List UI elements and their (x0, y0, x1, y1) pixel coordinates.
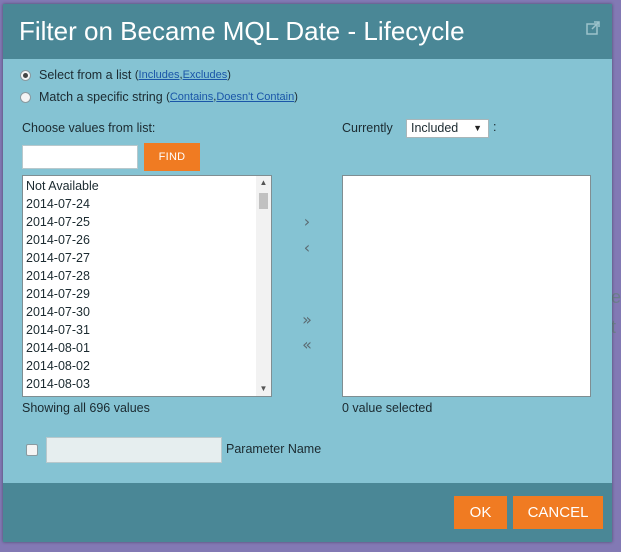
link-includes[interactable]: Includes (139, 69, 180, 81)
background-content-peek: et (611, 287, 621, 337)
link-excludes[interactable]: Excludes (183, 69, 228, 81)
parameter-name-label: Parameter Name (226, 442, 322, 456)
currently-select[interactable]: Included ▼ (406, 119, 489, 138)
remove-all-button[interactable]: « (297, 335, 317, 355)
scroll-thumb[interactable] (259, 193, 268, 209)
search-input[interactable] (22, 145, 138, 169)
filter-dialog: Filter on Became MQL Date - Lifecycle Se… (3, 4, 612, 542)
dialog-title-bar: Filter on Became MQL Date - Lifecycle (3, 4, 612, 59)
dialog-footer: OK CANCEL (3, 483, 612, 542)
selected-count-status: 0 value selected (342, 401, 433, 415)
chevron-down-icon: ▼ (473, 123, 482, 133)
list-item[interactable]: 2014-07-31 (26, 321, 99, 339)
link-doesnt-contain[interactable]: Doesn't Contain (216, 91, 294, 103)
cancel-button[interactable]: CANCEL (513, 496, 603, 529)
currently-label: Currently (342, 121, 393, 135)
list-item[interactable]: 2014-07-26 (26, 231, 99, 249)
choose-values-heading: Choose values from list: (22, 121, 156, 135)
currently-colon: : (493, 120, 497, 134)
list-item[interactable]: 2014-08-03 (26, 375, 99, 393)
list-item[interactable]: 2014-07-25 (26, 213, 99, 231)
selected-values-listbox[interactable] (342, 175, 591, 397)
list-item[interactable]: 2014-07-28 (26, 267, 99, 285)
radio-select-from-list[interactable]: Select from a list ( Includes , Excludes… (20, 68, 231, 82)
find-button[interactable]: FIND (144, 143, 200, 171)
currently-select-value: Included (411, 121, 459, 135)
radio-match-string-button[interactable] (20, 91, 31, 103)
dialog-title: Filter on Became MQL Date - Lifecycle (19, 16, 465, 46)
list-item[interactable]: 2014-08-02 (26, 357, 99, 375)
parameter-checkbox[interactable] (26, 444, 38, 456)
list-item[interactable]: 2014-08-01 (26, 339, 99, 357)
showing-values-status: Showing all 696 values (22, 401, 150, 415)
scroll-up-icon[interactable]: ▲ (256, 176, 271, 190)
radio-select-from-list-button[interactable] (20, 69, 31, 81)
add-selected-button[interactable]: › (297, 212, 317, 232)
remove-selected-button[interactable]: ‹ (297, 238, 317, 258)
link-contains[interactable]: Contains (170, 91, 213, 103)
radio-select-from-list-label: Select from a list (39, 68, 132, 82)
values-list: Not Available 2014-07-24 2014-07-25 2014… (26, 177, 99, 393)
listbox-scrollbar[interactable]: ▲ ▼ (256, 176, 271, 396)
parameter-name-input[interactable] (46, 437, 222, 463)
radio-match-string-label: Match a specific string (39, 90, 163, 104)
scroll-down-icon[interactable]: ▼ (256, 382, 271, 396)
list-item[interactable]: 2014-07-30 (26, 303, 99, 321)
list-item[interactable]: Not Available (26, 177, 99, 195)
list-item[interactable]: 2014-07-27 (26, 249, 99, 267)
radio-match-string[interactable]: Match a specific string ( Contains , Doe… (20, 90, 298, 104)
list-item[interactable]: 2014-07-29 (26, 285, 99, 303)
paren-close: ) (227, 69, 231, 81)
paren-close: ) (294, 91, 298, 103)
popout-icon[interactable] (586, 21, 600, 35)
add-all-button[interactable]: » (297, 310, 317, 330)
ok-button[interactable]: OK (454, 496, 507, 529)
values-listbox[interactable]: Not Available 2014-07-24 2014-07-25 2014… (22, 175, 272, 397)
list-item[interactable]: 2014-07-24 (26, 195, 99, 213)
